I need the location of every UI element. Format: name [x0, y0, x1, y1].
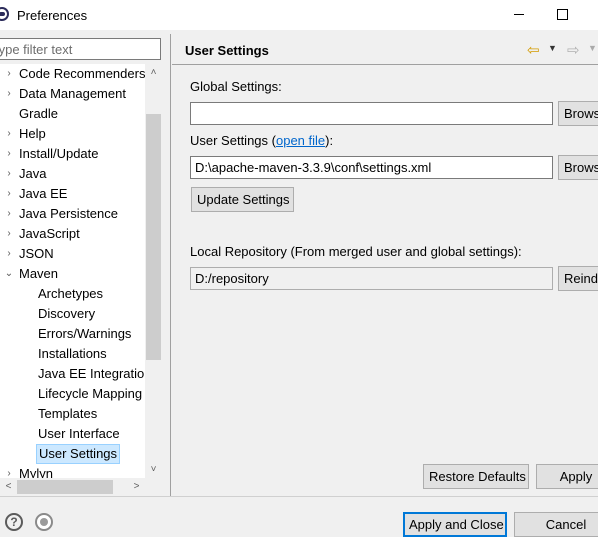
eclipse-app-icon [0, 7, 9, 21]
tree-item-label: JavaScript [19, 226, 80, 241]
local-repository-field[interactable] [190, 267, 553, 290]
open-file-link[interactable]: open file [276, 133, 325, 148]
header-separator [172, 64, 598, 65]
scroll-right-icon[interactable]: ˃ [128, 478, 145, 496]
browse-global-button[interactable]: Browse... [558, 101, 598, 126]
chevron-down-icon[interactable]: ⌄ [3, 264, 15, 284]
chevron-right-icon[interactable]: › [3, 124, 15, 144]
arrow-right-icon[interactable]: ⇨ [567, 41, 580, 59]
scroll-down-icon[interactable]: ˅ [145, 461, 162, 478]
tree-item-label: JSON [19, 246, 54, 261]
local-repository-label: Local Repository (From merged user and g… [190, 244, 522, 259]
preference-tree: › Code Recommenders › Data Management Gradle… [0, 64, 162, 478]
minimize-icon[interactable] [512, 4, 526, 24]
title-bar: Preferences [0, 0, 598, 30]
tree-item-label: User Settings [36, 444, 121, 464]
filter-input[interactable] [0, 38, 161, 60]
preference-tree-panel: › Code Recommenders › Data Management Gradle… [0, 34, 162, 496]
tree-item-label: Code Recommenders [19, 66, 146, 81]
scroll-thumb-horizontal[interactable] [17, 480, 113, 494]
panel-divider[interactable] [170, 34, 171, 496]
chevron-right-icon[interactable]: › [3, 184, 15, 204]
page-title: User Settings [185, 43, 269, 58]
update-settings-button[interactable]: Update Settings [191, 187, 294, 212]
browse-user-button[interactable]: Browse... [558, 155, 598, 180]
tree-item-label: Archetypes [38, 286, 104, 301]
tree-item-label: Java EE [19, 186, 68, 201]
tree-item-label: Install/Update [19, 146, 99, 161]
tree-item-label: Java EE Integration [38, 366, 152, 381]
tree-item-label: Help [19, 126, 46, 141]
forward-menu-icon[interactable]: ▼ [588, 43, 597, 53]
tree-vertical-scrollbar[interactable]: ˄ ˅ [145, 64, 162, 478]
maximize-icon[interactable] [557, 9, 568, 20]
chevron-right-icon[interactable]: › [3, 204, 15, 224]
help-icon[interactable]: ? [5, 513, 23, 531]
tree-item-label: Errors/Warnings [38, 326, 132, 341]
back-menu-icon[interactable]: ▼ [548, 43, 557, 53]
apply-and-close-button[interactable]: Apply and Close [403, 512, 507, 537]
user-settings-label-prefix: User Settings ( [190, 133, 276, 148]
tree-item-label: Mylyn [19, 466, 53, 478]
scroll-thumb[interactable] [146, 114, 161, 360]
tree-item-label: Discovery [38, 306, 96, 321]
tree-item-label: Maven [19, 266, 59, 281]
tree-horizontal-scrollbar[interactable]: ˂ ˃ [0, 478, 145, 496]
user-settings-field[interactable] [190, 156, 553, 179]
tree-item-label: Java [19, 166, 47, 181]
window-title: Preferences [17, 8, 88, 23]
tree-item-label: Installations [38, 346, 107, 361]
user-settings-label: User Settings (open file): [190, 133, 333, 148]
apply-button[interactable]: Apply [536, 464, 598, 489]
user-settings-label-suffix: ): [325, 133, 334, 148]
footer-separator [0, 496, 598, 497]
tree-item-label: Lifecycle Mapping [38, 386, 143, 401]
cancel-button[interactable]: Cancel [514, 512, 598, 537]
chevron-right-icon[interactable]: › [3, 244, 15, 264]
arrow-left-icon[interactable]: ⇦ [527, 41, 540, 59]
page-header: User Settings ⇦ ▼ ⇨ ▼ [172, 34, 598, 64]
global-settings-label: Global Settings: [190, 79, 282, 94]
chevron-right-icon[interactable]: › [3, 84, 15, 104]
chevron-right-icon[interactable]: › [3, 224, 15, 244]
tree-item-label: User Interface [38, 426, 120, 441]
scroll-left-icon[interactable]: ˂ [0, 478, 17, 496]
chevron-right-icon[interactable]: › [3, 64, 15, 84]
chevron-right-icon[interactable]: › [3, 164, 15, 184]
tree-item-label: Gradle [19, 106, 59, 121]
record-macro-icon[interactable] [35, 513, 53, 531]
tree-item-label: Templates [38, 406, 98, 421]
reindex-button[interactable]: Reindex [558, 266, 598, 291]
tree-item-label: Java Persistence [19, 206, 118, 221]
scroll-up-icon[interactable]: ˄ [145, 64, 162, 81]
chevron-right-icon[interactable]: › [3, 144, 15, 164]
chevron-right-icon[interactable]: › [3, 464, 15, 478]
global-settings-field[interactable] [190, 102, 553, 125]
tree-item-label: Data Management [19, 86, 126, 101]
restore-defaults-button[interactable]: Restore Defaults [423, 464, 529, 489]
